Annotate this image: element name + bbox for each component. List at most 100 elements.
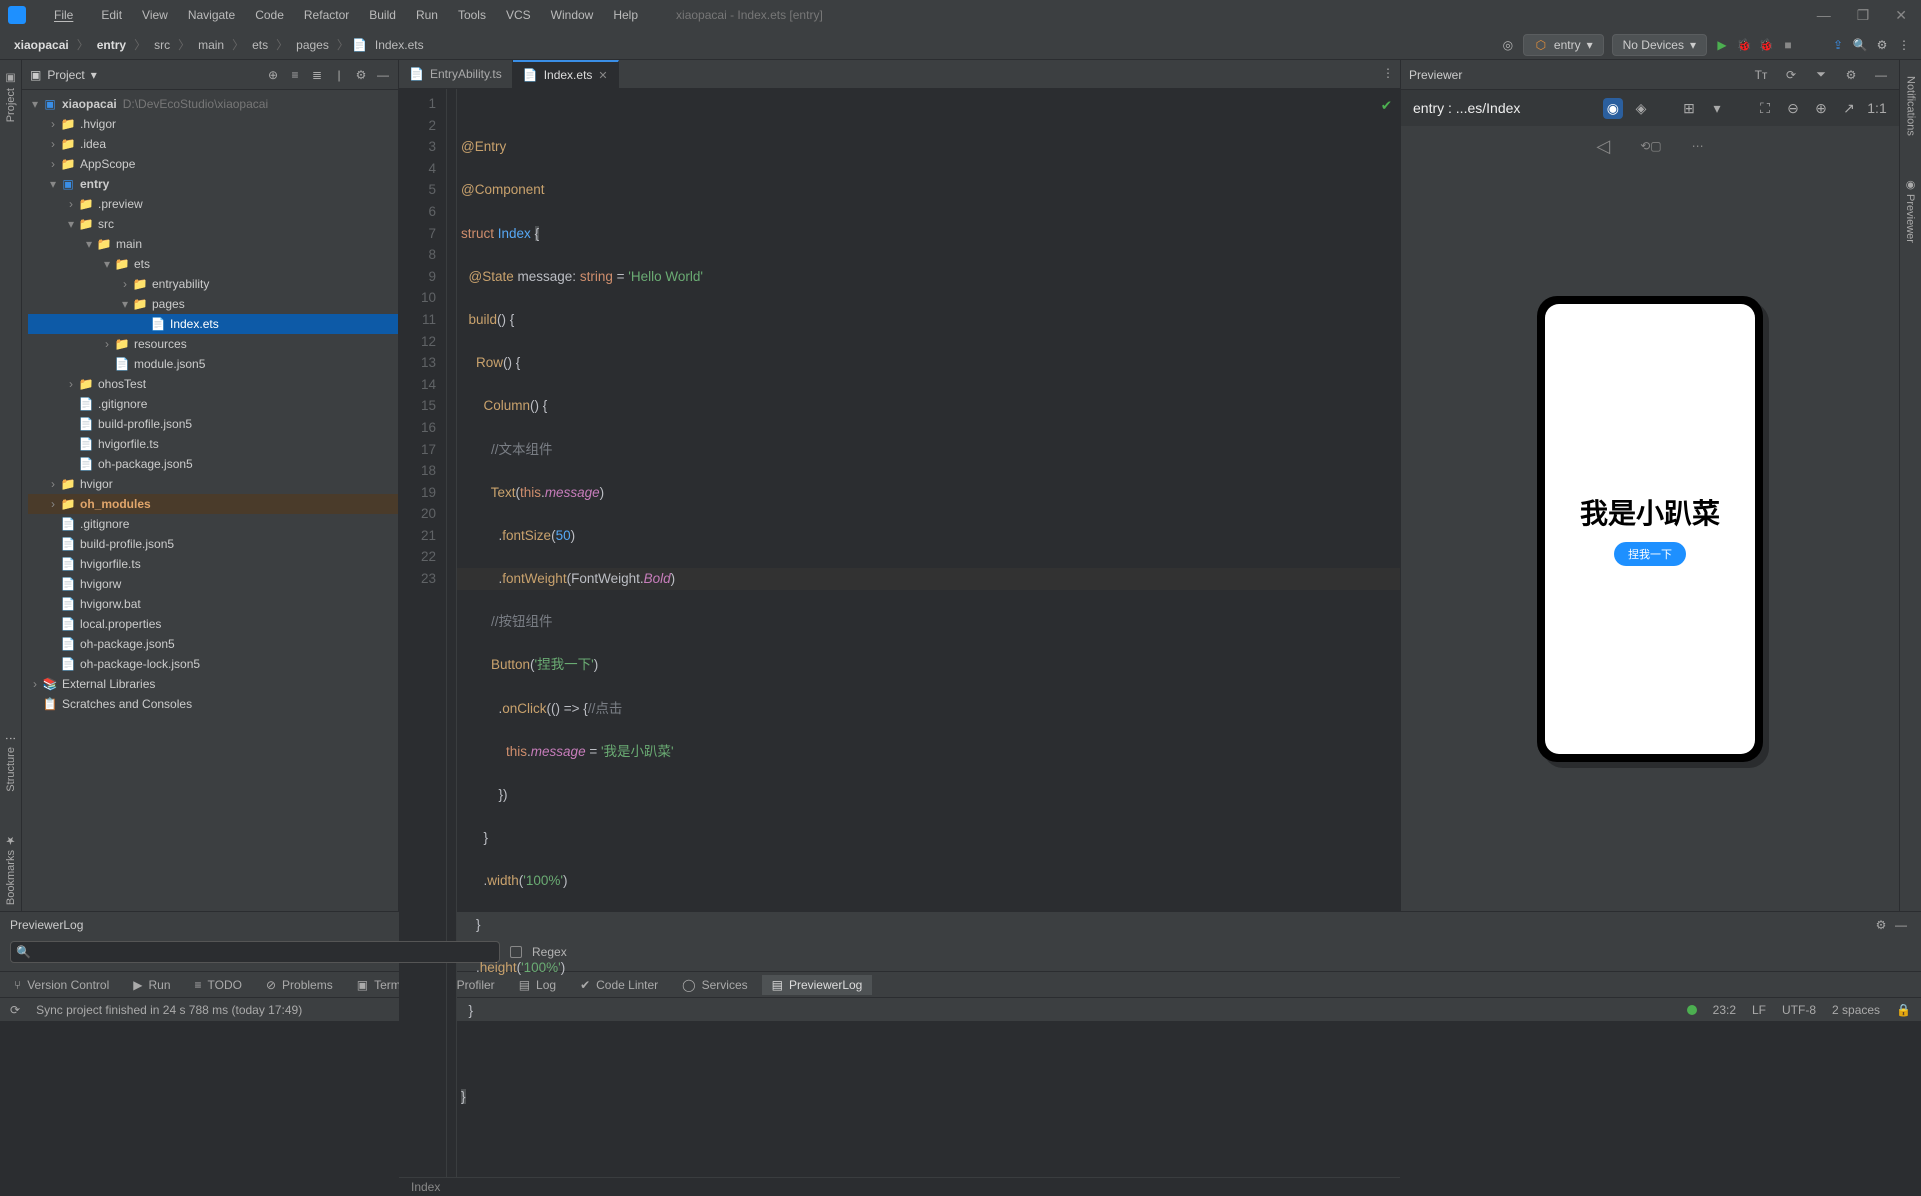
menu-vcs[interactable]: VCS xyxy=(498,4,539,26)
tabs-more-icon[interactable]: ⋮ xyxy=(1382,66,1394,80)
preview-button[interactable]: 捏我一下 xyxy=(1614,542,1686,566)
crumb-file[interactable]: Index.ets xyxy=(371,36,428,54)
close-tab-icon[interactable]: ✕ xyxy=(598,69,607,82)
tree-item[interactable]: build-profile.json5 xyxy=(98,417,192,431)
encoding[interactable]: UTF-8 xyxy=(1782,1003,1816,1017)
notifications-tool-tab[interactable]: Notifications xyxy=(1903,70,1919,142)
tree-item[interactable]: ohosTest xyxy=(98,377,146,391)
previewer-tool-tab[interactable]: ◉ Previewer xyxy=(1902,172,1919,249)
layers-icon[interactable]: ◈ xyxy=(1631,98,1651,118)
menu-view[interactable]: View xyxy=(134,4,176,26)
sync-icon[interactable]: ⟳ xyxy=(10,1003,20,1017)
tree-root[interactable]: xiaopacai xyxy=(62,97,117,111)
menu-edit[interactable]: Edit xyxy=(93,4,130,26)
popout-icon[interactable]: ↗ xyxy=(1839,98,1859,118)
menu-code[interactable]: Code xyxy=(247,4,292,26)
refresh-icon[interactable]: ⟳ xyxy=(1781,65,1801,85)
zoom-in-icon[interactable]: ⊕ xyxy=(1811,98,1831,118)
phone-screen[interactable]: 我是小趴菜 捏我一下 xyxy=(1545,304,1755,754)
prev-device-icon[interactable]: ◁ xyxy=(1596,136,1610,157)
hide-icon[interactable]: — xyxy=(1871,65,1891,85)
status-dot-icon[interactable] xyxy=(1687,1005,1697,1015)
grid-icon[interactable]: ⊞ xyxy=(1679,98,1699,118)
tree-item[interactable]: oh-package-lock.json5 xyxy=(80,657,200,671)
project-tree[interactable]: ▾▣xiaopacaiD:\DevEcoStudio\xiaopacai ›📁.… xyxy=(22,90,398,911)
crumb-entry[interactable]: entry xyxy=(93,36,130,54)
tree-external-libs[interactable]: External Libraries xyxy=(62,677,155,691)
tree-item[interactable]: hvigorw xyxy=(80,577,121,591)
locate-icon[interactable]: ⊕ xyxy=(266,68,280,82)
device-selector[interactable]: No Devices ▾ xyxy=(1612,34,1707,56)
menu-window[interactable]: Window xyxy=(543,4,602,26)
coverage-button[interactable]: 🐞 xyxy=(1759,38,1773,52)
tree-item[interactable]: hvigor xyxy=(80,477,113,491)
tree-item[interactable]: module.json5 xyxy=(134,357,205,371)
tree-item[interactable]: build-profile.json5 xyxy=(80,537,174,551)
lock-icon[interactable]: 🔒 xyxy=(1896,1003,1911,1017)
share-icon[interactable]: ⇪ xyxy=(1831,38,1845,52)
debug-button[interactable]: 🐞 xyxy=(1737,38,1751,52)
tree-item[interactable]: AppScope xyxy=(80,157,135,171)
gear-icon[interactable]: ⚙ xyxy=(1871,915,1891,935)
collapse-icon[interactable]: ≣ xyxy=(310,68,324,82)
font-icon[interactable]: Tт xyxy=(1751,65,1771,85)
editor-breadcrumb[interactable]: Index xyxy=(399,1177,1400,1196)
tree-item[interactable]: hvigorfile.ts xyxy=(98,437,159,451)
inspection-ok-icon[interactable]: ✔ xyxy=(1381,95,1392,117)
zoom-out-icon[interactable]: ⊖ xyxy=(1783,98,1803,118)
tree-item[interactable]: pages xyxy=(152,297,185,311)
tree-item[interactable]: hvigorfile.ts xyxy=(80,557,141,571)
line-ending[interactable]: LF xyxy=(1752,1003,1766,1017)
structure-tool-tab[interactable]: Structure ⋮ xyxy=(2,727,19,798)
tree-scratches[interactable]: Scratches and Consoles xyxy=(62,697,192,711)
search-icon[interactable]: 🔍 xyxy=(1853,38,1867,52)
gear-icon[interactable]: ⚙ xyxy=(1841,65,1861,85)
tree-item[interactable]: .preview xyxy=(98,197,143,211)
run-button[interactable]: ▶ xyxy=(1715,38,1729,52)
more-icon[interactable]: ⋯ xyxy=(1692,139,1704,153)
maximize-button[interactable]: ❐ xyxy=(1851,5,1876,26)
gear-icon[interactable]: ⚙ xyxy=(354,68,368,82)
settings-icon[interactable]: ⚙ xyxy=(1875,38,1889,52)
notifications-icon[interactable]: ⋮ xyxy=(1897,38,1911,52)
menu-run[interactable]: Run xyxy=(408,4,446,26)
tree-item[interactable]: .idea xyxy=(80,137,106,151)
crumb-ets[interactable]: ets xyxy=(248,36,272,54)
crumb-project[interactable]: xiaopacai xyxy=(10,36,73,54)
menu-refactor[interactable]: Refactor xyxy=(296,4,357,26)
btab-problems[interactable]: ⊘Problems xyxy=(256,975,343,995)
tree-item-selected[interactable]: Index.ets xyxy=(170,317,219,331)
btab-todo[interactable]: ≡TODO xyxy=(185,975,252,995)
tab-index[interactable]: 📄Index.ets✕ xyxy=(513,60,619,88)
tree-item[interactable]: local.properties xyxy=(80,617,161,631)
crumb-pages[interactable]: pages xyxy=(292,36,333,54)
indent[interactable]: 2 spaces xyxy=(1832,1003,1880,1017)
tree-item[interactable]: entryability xyxy=(152,277,209,291)
bookmarks-tool-tab[interactable]: Bookmarks ★ xyxy=(2,828,19,911)
tree-item[interactable]: oh-package.json5 xyxy=(98,457,193,471)
menu-file[interactable]: File xyxy=(38,4,89,26)
tree-item[interactable]: resources xyxy=(134,337,187,351)
hide-icon[interactable]: — xyxy=(1891,915,1911,935)
rotate-icon[interactable]: ⟲▢ xyxy=(1640,139,1661,153)
menu-build[interactable]: Build xyxy=(361,4,404,26)
inspector-toggle[interactable]: ◉ xyxy=(1603,98,1623,119)
crumb-src[interactable]: src xyxy=(150,36,174,54)
menu-help[interactable]: Help xyxy=(605,4,646,26)
menu-tools[interactable]: Tools xyxy=(450,4,494,26)
tree-item[interactable]: main xyxy=(116,237,142,251)
filter-icon[interactable]: ⏷ xyxy=(1811,65,1831,85)
minimize-button[interactable]: — xyxy=(1811,5,1837,26)
btab-version-control[interactable]: ⑂Version Control xyxy=(4,975,119,995)
project-panel-title[interactable]: ▣ Project ▾ xyxy=(30,68,97,82)
tree-item[interactable]: ets xyxy=(134,257,150,271)
code-editor[interactable]: 1234567891011121314151617181920212223 @E… xyxy=(399,89,1400,1177)
project-tool-tab[interactable]: Project ▣ xyxy=(2,66,19,128)
tree-item[interactable]: hvigorw.bat xyxy=(80,597,141,611)
tree-item[interactable]: entry xyxy=(80,177,109,191)
tree-item[interactable]: oh-package.json5 xyxy=(80,637,175,651)
fit-icon[interactable]: ⛶ xyxy=(1755,98,1775,118)
crumb-main[interactable]: main xyxy=(194,36,228,54)
tree-item[interactable]: .gitignore xyxy=(80,517,129,531)
hide-icon[interactable]: — xyxy=(376,68,390,82)
